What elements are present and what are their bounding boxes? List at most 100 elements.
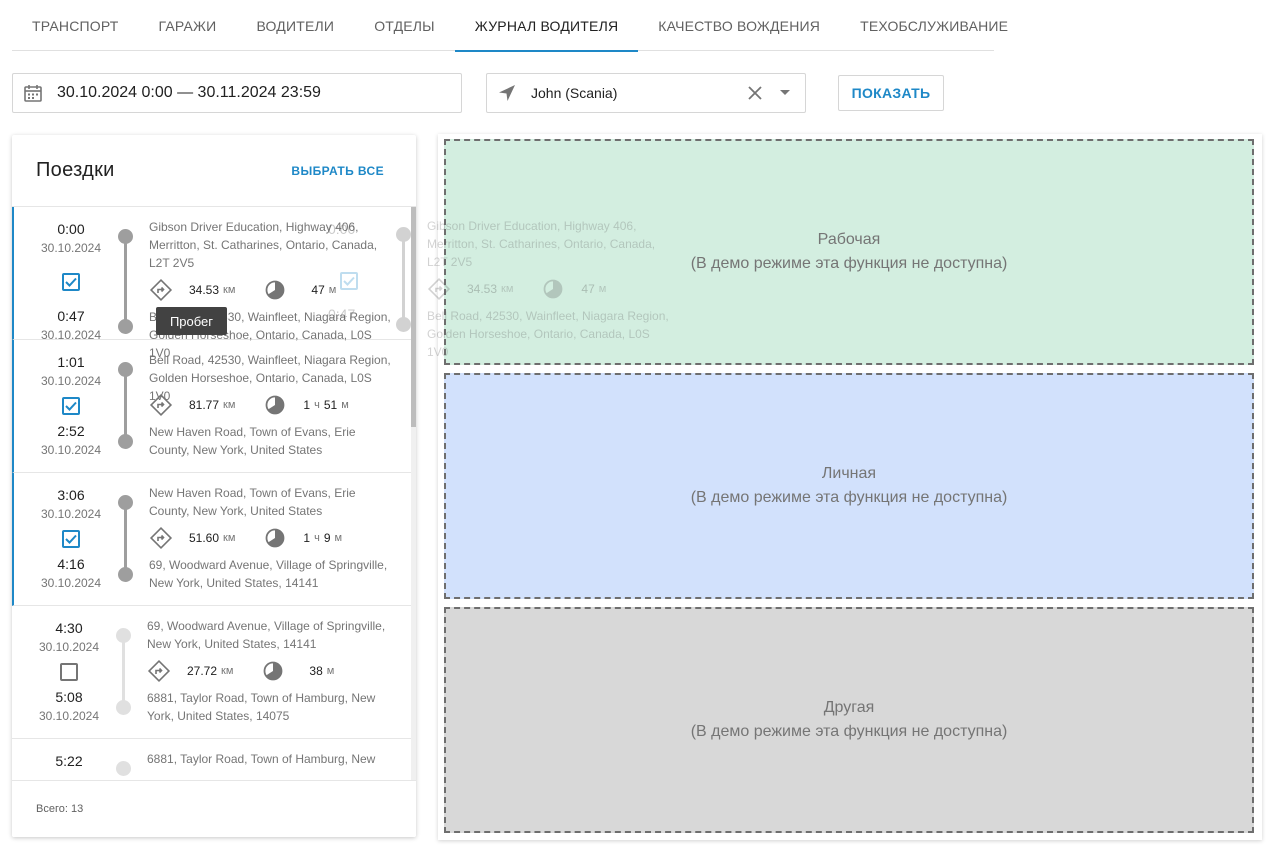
zone-other-note: (В демо режиме эта функция не доступна)	[690, 723, 1008, 740]
route-line	[124, 503, 127, 575]
trip-start-time: 5:22	[55, 753, 83, 769]
trip-item[interactable]: 3:06 30.10.2024 4:16 30.10.2024 New Have…	[12, 473, 416, 606]
trip-duration-minutes-unit: м	[334, 532, 343, 544]
date-range-field[interactable]: 30.10.2024 0:00 — 30.11.2024 23:59	[12, 73, 462, 113]
scrollbar-thumb[interactable]	[411, 207, 416, 427]
trip-end-address: 69, Woodward Avenue, Village of Springvi…	[149, 558, 388, 590]
zone-work-title: Рабочая	[817, 231, 881, 248]
trip-start-address: 6881, Taylor Road, Town of Hamburg, New	[147, 752, 376, 766]
route-end-dot	[116, 700, 131, 715]
checkbox-checked-icon	[65, 534, 77, 544]
duration-clock-icon	[266, 528, 285, 548]
tab-departments[interactable]: ОТДЕЛЫ	[354, 0, 455, 51]
select-all-button[interactable]: ВЫБРАТЬ ВСЕ	[291, 164, 384, 178]
trip-duration: 47 м	[263, 278, 336, 302]
trip-duration-minutes: 9	[323, 531, 331, 545]
trip-duration-hours: 1	[303, 398, 311, 412]
duration-clock-icon	[266, 280, 285, 300]
trip-duration-hours: 1	[303, 531, 311, 545]
trip-start-time: 3:06	[57, 487, 85, 503]
dropdown-caret-icon[interactable]	[773, 81, 797, 105]
route-line	[122, 636, 125, 708]
trip-distance-unit: км	[223, 532, 236, 544]
route-line	[124, 237, 127, 325]
route-end-dot	[118, 567, 133, 582]
route-end-dot	[118, 319, 133, 334]
trip-checkbox[interactable]	[60, 663, 78, 681]
trip-duration-minutes: 47	[311, 283, 325, 297]
trip-end-time: 0:47	[57, 308, 85, 324]
trip-checkbox[interactable]	[62, 397, 80, 415]
trip-start-time: 4:30	[55, 620, 83, 636]
route-distance-icon[interactable]	[149, 526, 173, 550]
duration-clock-icon	[266, 395, 285, 415]
trip-stats: 51.60 км 1 ч 9 м	[149, 526, 342, 550]
route-distance-icon[interactable]	[149, 393, 173, 417]
trips-panel: Поездки ВЫБРАТЬ ВСЕ 0:00 30.10.2024 0:47…	[12, 135, 416, 837]
trips-panel-header: Поездки ВЫБРАТЬ ВСЕ	[12, 135, 416, 207]
trip-duration-minutes: 51	[323, 398, 338, 412]
trip-item[interactable]: 4:30 30.10.2024 5:08 30.10.2024 69, Wood…	[12, 606, 416, 739]
trip-duration-hours-unit: ч	[314, 399, 320, 411]
trip-checkbox[interactable]	[62, 530, 80, 548]
trip-duration-hours-unit: ч	[314, 532, 320, 544]
zone-other-title: Другая	[823, 699, 875, 716]
trip-start-date: 30.10.2024	[40, 241, 102, 255]
trip-start-time: 1:01	[57, 354, 85, 370]
trip-end-address: New Haven Road, Town of Evans, Erie Coun…	[149, 425, 356, 457]
tab-transport[interactable]: ТРАНСПОРТ	[12, 0, 139, 51]
route-end-dot	[118, 434, 133, 449]
trip-start-address: New Haven Road, Town of Evans, Erie Coun…	[149, 486, 356, 518]
vehicle-select-value: John (Scania)	[531, 85, 618, 101]
trip-distance: 51.60	[189, 531, 220, 545]
trip-stats: 27.72 км 38 м	[147, 659, 334, 683]
zone-work[interactable]: Рабочая (В демо режиме эта функция не до…	[444, 139, 1254, 365]
tab-driver-log[interactable]: ЖУРНАЛ ВОДИТЕЛЯ	[454, 0, 639, 52]
show-button[interactable]: ПОКАЗАТЬ	[838, 75, 944, 111]
route-distance-icon[interactable]	[149, 278, 173, 302]
trip-end-date: 30.10.2024	[40, 443, 102, 457]
tab-maintenance[interactable]: ТЕХОБСЛУЖИВАНИЕ	[840, 0, 1028, 51]
trip-distance: 34.53	[189, 283, 220, 297]
trip-start-date: 30.10.2024	[38, 640, 100, 654]
route-distance-icon[interactable]	[147, 659, 171, 683]
trip-end-date: 30.10.2024	[38, 709, 100, 723]
navigation-arrow-icon	[499, 85, 515, 101]
tab-drivers[interactable]: ВОДИТЕЛИ	[236, 0, 354, 51]
trip-duration-minutes: 38	[309, 664, 323, 678]
trip-start-address: Gibson Driver Education, Highway 406, Me…	[149, 220, 378, 270]
trip-distance: 81.77	[189, 398, 220, 412]
zone-work-note: (В демо режиме эта функция не доступна)	[690, 255, 1008, 272]
checkbox-checked-icon	[65, 277, 77, 287]
trip-end-address: 6881, Taylor Road, Town of Hamburg, New …	[147, 691, 376, 723]
zone-personal[interactable]: Личная (В демо режиме эта функция не дос…	[444, 373, 1254, 599]
duration-clock-icon	[264, 661, 283, 681]
calendar-icon	[24, 85, 42, 102]
checkbox-checked-icon	[65, 401, 77, 411]
route-start-dot	[116, 761, 131, 776]
trip-end-time: 5:08	[55, 689, 83, 705]
trip-list: 0:00 30.10.2024 0:47 30.10.2024 Gibson D…	[12, 207, 416, 780]
trip-checkbox[interactable]	[62, 273, 80, 291]
trip-distance-unit: км	[223, 284, 236, 296]
trip-list-scrollbar[interactable]	[411, 207, 416, 780]
route-line	[124, 370, 127, 442]
trip-item[interactable]: 5:22 6881, Taylor Road, Town of Hamburg,…	[12, 739, 416, 780]
vehicle-select[interactable]: John (Scania)	[486, 73, 806, 113]
trip-start-address: 69, Woodward Avenue, Village of Springvi…	[147, 619, 386, 651]
zone-other[interactable]: Другая (В демо режиме эта функция не дос…	[444, 607, 1254, 833]
panel-title: Поездки	[36, 159, 115, 181]
trip-stats: 81.77 км 1 ч 51 м	[149, 393, 349, 417]
trip-duration: 38 м	[261, 659, 334, 683]
trip-distance-unit: км	[221, 665, 234, 677]
trip-duration-minutes-unit: м	[326, 665, 335, 677]
trip-end-time: 2:52	[57, 423, 85, 439]
date-range-value: 30.10.2024 0:00 — 30.11.2024 23:59	[57, 84, 321, 101]
trip-item[interactable]: 1:01 30.10.2024 2:52 30.10.2024 Bell Roa…	[12, 340, 416, 473]
trip-distance-unit: км	[223, 399, 236, 411]
tab-garages[interactable]: ГАРАЖИ	[139, 0, 237, 51]
close-icon[interactable]	[743, 81, 767, 105]
trip-start-date: 30.10.2024	[40, 374, 102, 388]
trips-total: Всего: 13	[12, 780, 416, 837]
tab-driving-quality[interactable]: КАЧЕСТВО ВОЖДЕНИЯ	[638, 0, 840, 51]
